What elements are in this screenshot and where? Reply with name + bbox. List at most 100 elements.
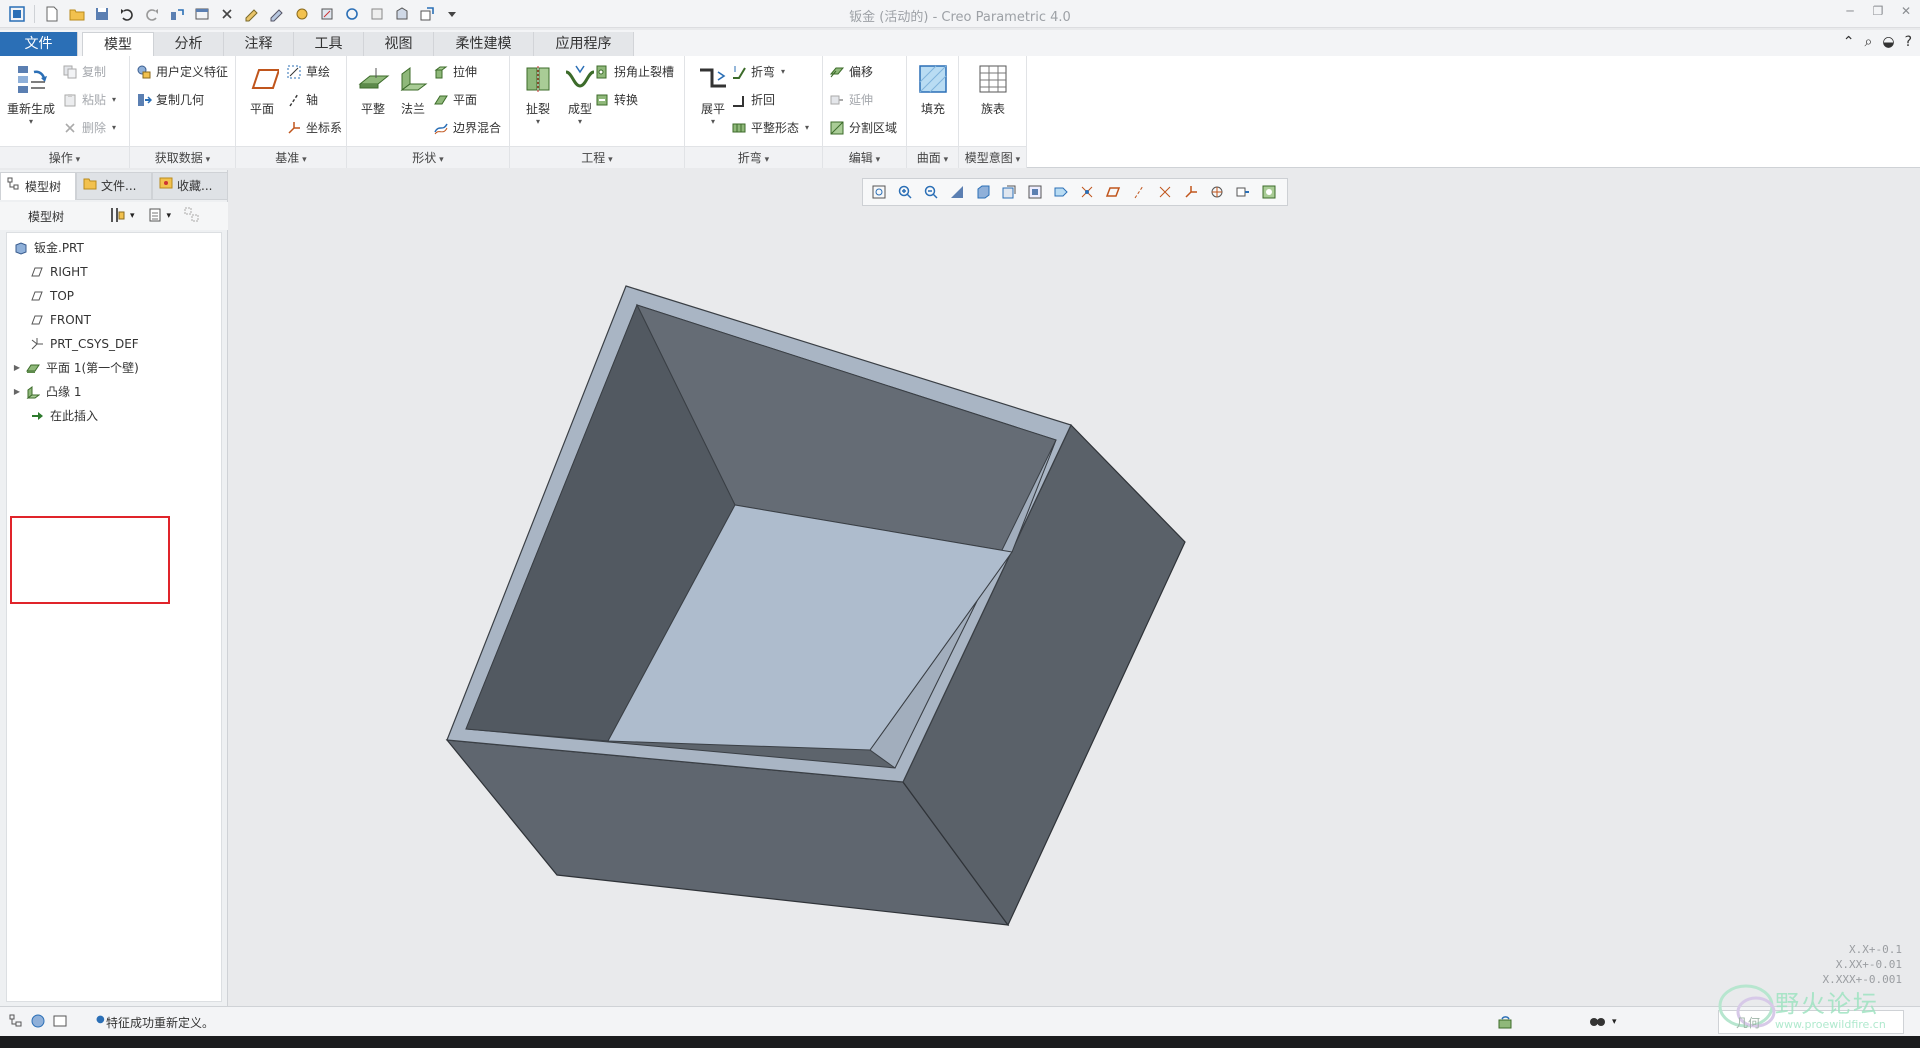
insert-arrow-icon [29, 408, 45, 424]
collapse-ribbon-icon[interactable]: ⌃ [1843, 34, 1855, 50]
tab-folder-browser-label: 文件... [101, 179, 137, 193]
paste-button[interactable]: 粘贴 ▾ [62, 90, 116, 110]
sketch-button[interactable]: 草绘 [286, 62, 330, 82]
regenerate-icon [14, 62, 48, 96]
split-area-icon [829, 120, 845, 136]
delete-button[interactable]: 删除 ▾ [62, 118, 116, 138]
help-icon[interactable]: ? [1905, 34, 1912, 50]
udf-button[interactable]: 用户定义特征 [136, 62, 228, 82]
chevron-down-icon[interactable]: ▾ [130, 211, 135, 221]
rip-button[interactable]: 扯裂 ▾ [516, 62, 560, 126]
tree-node-label: 在此插入 [50, 409, 99, 423]
bend-button[interactable]: 折弯 ▾ [731, 62, 785, 82]
group-get-data: 用户定义特征 复制几何 获取数据 [130, 56, 236, 168]
tab-flexible-modeling[interactable]: 柔性建模 [434, 32, 534, 56]
tree-node-flange[interactable]: ▶ 凸缘 1 [11, 381, 81, 403]
tree-node-part[interactable]: 钣金.PRT [11, 237, 84, 259]
bend-back-button[interactable]: 折回 [731, 90, 775, 110]
group-bends: 展平 ▾ 折弯 ▾ 折回 平整形态 ▾ 折弯 [685, 56, 823, 168]
tree-node-label: RIGHT [50, 265, 88, 279]
fill-button[interactable]: 填充 [911, 62, 955, 117]
csys-icon [29, 336, 45, 352]
tab-model-tree[interactable]: 模型树 [0, 172, 76, 200]
tree-node-planar-wall[interactable]: ▶ 平面 1(第一个壁) [11, 357, 139, 379]
tab-model[interactable]: 模型 [82, 32, 154, 58]
planar-button[interactable]: 平整 [351, 62, 395, 117]
expand-arrow-icon[interactable]: ▶ [11, 381, 23, 403]
group-bends-label[interactable]: 折弯 [685, 146, 822, 168]
flat-state-label: 平整形态 [751, 121, 800, 135]
group-shapes-label[interactable]: 形状 [347, 146, 509, 168]
tab-file[interactable]: 文件 [0, 32, 78, 56]
tolerance-line-2: X.XX+-0.01 [1835, 958, 1902, 971]
chevron-down-icon[interactable]: ▾ [167, 211, 172, 221]
tree-node-csys[interactable]: PRT_CSYS_DEF [27, 333, 139, 355]
find-icon[interactable]: ▾ [1588, 1013, 1617, 1031]
minimize-icon[interactable]: ─ [1842, 4, 1858, 18]
model-tree-toolbar: 模型树 ▾ ▾ [0, 202, 228, 230]
form-label: 成型 [567, 102, 592, 116]
group-surfaces-label[interactable]: 曲面 [907, 146, 958, 168]
tab-applications[interactable]: 应用程序 [534, 32, 634, 56]
window-controls: ─ ❐ ✕ [1842, 4, 1914, 18]
split-area-button[interactable]: 分割区域 [829, 118, 897, 138]
regenerate-button[interactable]: 重新生成 ▾ [6, 62, 56, 126]
show-icon[interactable] [147, 207, 163, 226]
settings-icon[interactable] [108, 206, 126, 227]
full-screen-icon[interactable] [52, 1013, 68, 1032]
tab-tools[interactable]: 工具 [294, 32, 364, 56]
datum-plane-button[interactable]: 平面 [240, 62, 284, 117]
watermark-small-text: 几何 [1736, 1016, 1761, 1030]
regenerate-status-icon[interactable] [1496, 1013, 1514, 1031]
group-get-data-label[interactable]: 获取数据 [130, 146, 235, 168]
tab-favorites[interactable]: 收藏... [152, 172, 228, 200]
search-icon[interactable]: ⌕ [1865, 34, 1873, 50]
tab-folder-browser[interactable]: 文件... [76, 172, 152, 200]
copy-icon [62, 64, 78, 80]
flat-state-icon [731, 120, 747, 136]
group-editing-label[interactable]: 编辑 [823, 146, 906, 168]
sheet-metal-box-model[interactable] [230, 170, 1920, 1006]
copy-button[interactable]: 复制 [62, 62, 106, 82]
extrude-button[interactable]: 拉伸 [433, 62, 477, 82]
tree-filter-icon[interactable] [183, 206, 201, 227]
group-operations-label[interactable]: 操作 [0, 146, 129, 168]
delete-icon [62, 120, 78, 136]
tree-node-top[interactable]: TOP [27, 285, 74, 307]
close-icon[interactable]: ✕ [1898, 4, 1914, 18]
restore-icon[interactable]: ❐ [1870, 4, 1886, 18]
offset-button[interactable]: 偏移 [829, 62, 873, 82]
group-model-intent-label[interactable]: 模型意图 [959, 146, 1026, 168]
family-table-button[interactable]: 族表 [971, 62, 1015, 117]
group-datum-label[interactable]: 基准 [236, 146, 346, 168]
expand-arrow-icon[interactable]: ▶ [11, 357, 23, 379]
tree-node-insert-here[interactable]: 在此插入 [27, 405, 98, 427]
community-icon[interactable]: ◒ [1882, 34, 1894, 50]
unbend-button[interactable]: 展平 ▾ [691, 62, 735, 126]
tree-node-label: TOP [50, 289, 75, 303]
tree-node-front[interactable]: FRONT [27, 309, 91, 331]
copy-geometry-button[interactable]: 复制几何 [136, 90, 204, 110]
navigator-toggle-icon[interactable] [8, 1013, 24, 1032]
convert-icon [594, 92, 610, 108]
tab-annotate[interactable]: 注释 [224, 32, 294, 56]
highlight-box [10, 516, 170, 604]
flat-button[interactable]: 平面 [433, 90, 477, 110]
tree-node-right[interactable]: RIGHT [27, 261, 88, 283]
flat-state-button[interactable]: 平整形态 ▾ [731, 118, 809, 138]
graphics-window[interactable]: X.X+-0.1 X.XX+-0.01 X.XXX+-0.001 [230, 170, 1920, 1006]
datum-plane-icon [29, 264, 45, 280]
tab-analysis[interactable]: 分析 [154, 32, 224, 56]
offset-icon [829, 64, 845, 80]
axis-button[interactable]: 轴 [286, 90, 318, 110]
convert-button[interactable]: 转换 [594, 90, 638, 110]
extend-button[interactable]: 延伸 [829, 90, 873, 110]
browser-toggle-icon[interactable] [30, 1013, 46, 1032]
group-engineering-label[interactable]: 工程 [510, 146, 684, 168]
tree-node-label: 凸缘 1 [46, 385, 82, 399]
boundary-blend-button[interactable]: 边界混合 [433, 118, 501, 138]
flange-button[interactable]: 法兰 [391, 62, 435, 117]
tab-view[interactable]: 视图 [364, 32, 434, 56]
csys-button[interactable]: 坐标系 [286, 118, 342, 138]
corner-relief-button[interactable]: 拐角止裂槽 [594, 62, 674, 82]
